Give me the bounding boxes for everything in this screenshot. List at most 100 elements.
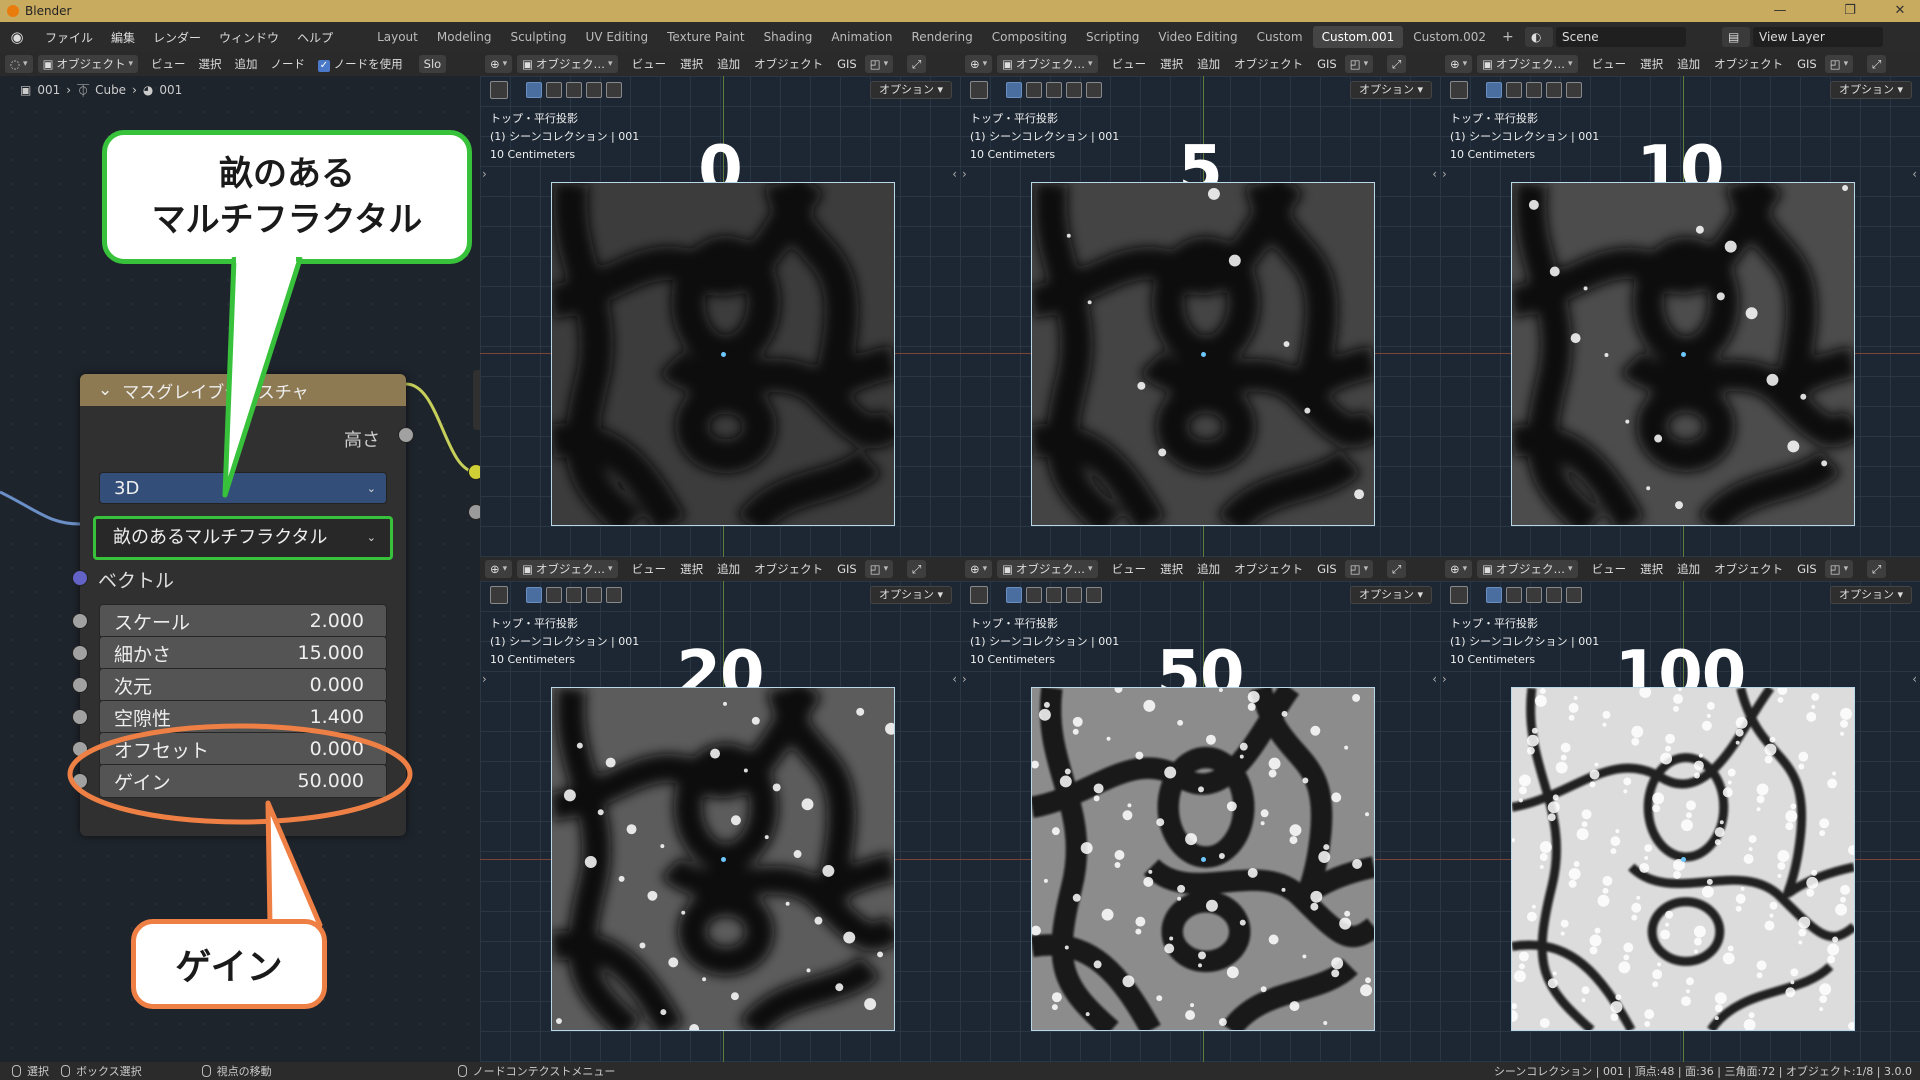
play-icon[interactable] (1450, 586, 1468, 604)
transform-icon-button[interactable]: ⤢ (1867, 55, 1887, 73)
select-intersect-icon[interactable] (606, 587, 622, 603)
viewport-menu[interactable]: 追加 (1197, 56, 1220, 72)
workspace-tab[interactable]: Scripting (1077, 26, 1148, 48)
menu-3[interactable]: ウィンドウ (210, 29, 288, 46)
type-dropdown[interactable]: 畝のあるマルチフラクタル ⌄ (93, 516, 393, 560)
play-icon[interactable] (1450, 81, 1468, 99)
collapse-right-icon[interactable]: ‹ (1432, 167, 1437, 181)
viewport-menu[interactable]: GIS (837, 562, 857, 576)
param-input-socket[interactable] (72, 677, 88, 693)
viewport-menu[interactable]: GIS (1797, 57, 1817, 71)
texture-plane[interactable] (551, 687, 895, 1031)
viewport-menu[interactable]: オブジェクト (1714, 561, 1783, 577)
menu-0[interactable]: ファイル (36, 29, 102, 46)
viewport-menu[interactable]: 選択 (680, 561, 703, 577)
object-mode-dropdown[interactable]: ▣ オブジェク… ▾ (517, 55, 618, 73)
transform-icon-button[interactable]: ⤢ (1387, 560, 1407, 578)
select-subtract-icon[interactable] (1046, 587, 1062, 603)
gis-icon-button[interactable]: ◰ ▾ (864, 560, 894, 578)
viewport-menu[interactable]: オブジェクト (754, 56, 823, 72)
select-invert-icon[interactable] (586, 82, 602, 98)
workspace-tab[interactable]: Layout (368, 26, 427, 48)
add-workspace-button[interactable]: + (1496, 29, 1520, 45)
collapse-left-icon[interactable]: › (1442, 167, 1447, 181)
select-invert-icon[interactable] (1546, 587, 1562, 603)
select-subtract-icon[interactable] (1526, 82, 1542, 98)
viewport-menu[interactable]: 選択 (1160, 561, 1183, 577)
object-mode-dropdown[interactable]: ▣ オブジェク… ▾ (1477, 55, 1578, 73)
workspace-tab[interactable]: Texture Paint (658, 26, 753, 48)
viewport-1[interactable]: ⊕ ▾ ▣ オブジェク… ▾ ビュー 選択 追加 オブジェクト GIS ◰ ▾ ⤢ オプ… (960, 52, 1440, 557)
viewport-menu[interactable]: 追加 (1197, 561, 1220, 577)
editor-type-button[interactable]: ⊕ ▾ (1445, 55, 1473, 73)
viewport-menu[interactable]: 追加 (717, 561, 740, 577)
play-icon[interactable] (490, 81, 508, 99)
select-mode-icon[interactable] (1486, 82, 1502, 98)
gis-icon-button[interactable]: ◰ ▾ (1824, 560, 1854, 578)
select-subtract-icon[interactable] (1046, 82, 1062, 98)
transform-icon-button[interactable]: ⤢ (1867, 560, 1887, 578)
param-slider[interactable]: スケール 2.000 (99, 604, 387, 638)
gis-icon-button[interactable]: ◰ ▾ (1344, 55, 1374, 73)
viewport-menu[interactable]: ビュー (1112, 56, 1147, 72)
param-slider[interactable]: 次元 0.000 (99, 668, 387, 702)
viewport-menu[interactable]: ビュー (1592, 56, 1627, 72)
viewport-menu[interactable]: GIS (1797, 562, 1817, 576)
collapse-right-icon[interactable]: ‹ (1912, 672, 1917, 686)
select-invert-icon[interactable] (1546, 82, 1562, 98)
select-extend-icon[interactable] (546, 587, 562, 603)
select-extend-icon[interactable] (1506, 82, 1522, 98)
texture-plane[interactable] (1511, 687, 1855, 1031)
menu-2[interactable]: レンダー (144, 29, 210, 46)
menu-1[interactable]: 編集 (102, 29, 144, 46)
select-intersect-icon[interactable] (1086, 82, 1102, 98)
texture-plane[interactable] (1031, 687, 1375, 1031)
viewport-0[interactable]: ⊕ ▾ ▣ オブジェク… ▾ ビュー 選択 追加 オブジェクト GIS ◰ ▾ ⤢ オプ… (480, 52, 960, 557)
viewport-menu[interactable]: オブジェクト (1234, 561, 1303, 577)
menu-4[interactable]: ヘルプ (288, 29, 342, 46)
select-intersect-icon[interactable] (1566, 82, 1582, 98)
workspace-tab[interactable]: Custom.001 (1312, 26, 1404, 48)
blender-logo-icon[interactable]: ◉ (8, 28, 26, 46)
scene-icon[interactable]: ◐ (1525, 27, 1553, 47)
viewport-menu[interactable]: 選択 (1640, 561, 1663, 577)
editor-type-button[interactable]: ⊕ ▾ (1445, 560, 1473, 578)
select-invert-icon[interactable] (1066, 82, 1082, 98)
viewport-menu[interactable]: GIS (1317, 562, 1337, 576)
viewport-4[interactable]: ⊕ ▾ ▣ オブジェク… ▾ ビュー 選択 追加 オブジェクト GIS ◰ ▾ ⤢ オプ… (960, 557, 1440, 1062)
height-output-socket[interactable] (398, 427, 414, 443)
transform-icon-button[interactable]: ⤢ (907, 560, 927, 578)
object-mode-dropdown[interactable]: ▣ オブジェク… ▾ (517, 560, 618, 578)
vector-input-socket[interactable] (72, 570, 88, 586)
workspace-tab[interactable]: Video Editing (1149, 26, 1246, 48)
collapse-chevron-icon[interactable]: ⌄ (98, 380, 112, 400)
viewport-menu[interactable]: 選択 (1160, 56, 1183, 72)
view-layer-icon[interactable]: ▤ (1722, 27, 1750, 47)
view-layer-selector[interactable]: View Layer (1753, 27, 1883, 47)
collapse-left-icon[interactable]: › (482, 672, 487, 686)
gis-icon-button[interactable]: ◰ ▾ (1344, 560, 1374, 578)
scene-selector[interactable]: Scene (1556, 27, 1686, 47)
select-invert-icon[interactable] (586, 587, 602, 603)
select-mode-icon[interactable] (1006, 82, 1022, 98)
viewport-2[interactable]: ⊕ ▾ ▣ オブジェク… ▾ ビュー 選択 追加 オブジェクト GIS ◰ ▾ ⤢ オプ… (1440, 52, 1920, 557)
editor-type-button[interactable]: ⊕ ▾ (485, 560, 513, 578)
editor-type-button[interactable]: ⊕ ▾ (965, 55, 993, 73)
collapse-left-icon[interactable]: › (962, 167, 967, 181)
options-button[interactable]: オプション ▾ (869, 586, 952, 604)
select-extend-icon[interactable] (1506, 587, 1522, 603)
viewport-menu[interactable]: GIS (837, 57, 857, 71)
gis-icon-button[interactable]: ◰ ▾ (864, 55, 894, 73)
viewport-menu[interactable]: ビュー (632, 56, 667, 72)
select-extend-icon[interactable] (1026, 82, 1042, 98)
select-mode-icon[interactable] (1006, 587, 1022, 603)
gis-icon-button[interactable]: ◰ ▾ (1824, 55, 1854, 73)
param-slider[interactable]: 細かさ 15.000 (99, 636, 387, 670)
collapse-right-icon[interactable]: ‹ (1432, 672, 1437, 686)
transform-icon-button[interactable]: ⤢ (907, 55, 927, 73)
play-icon[interactable] (970, 81, 988, 99)
viewport-3[interactable]: ⊕ ▾ ▣ オブジェク… ▾ ビュー 選択 追加 オブジェクト GIS ◰ ▾ ⤢ オプ… (480, 557, 960, 1062)
viewport-5[interactable]: ⊕ ▾ ▣ オブジェク… ▾ ビュー 選択 追加 オブジェクト GIS ◰ ▾ ⤢ オプ… (1440, 557, 1920, 1062)
object-mode-dropdown[interactable]: ▣ オブジェク… ▾ (1477, 560, 1578, 578)
select-mode-icon[interactable] (526, 587, 542, 603)
